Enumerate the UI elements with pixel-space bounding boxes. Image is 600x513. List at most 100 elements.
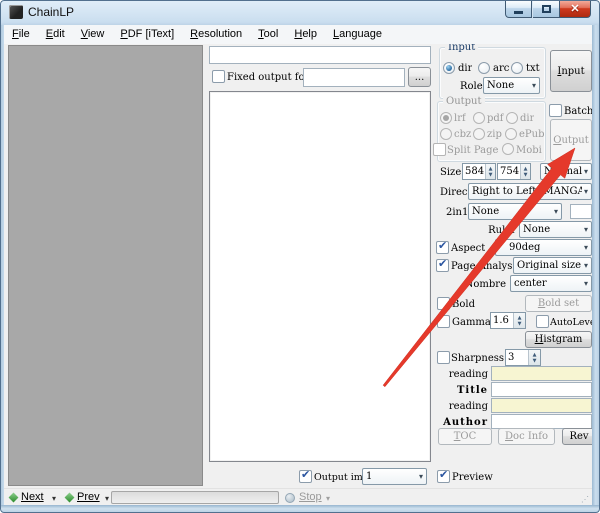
gamma-stepper[interactable]: 1.6 ▲▼ xyxy=(490,312,526,329)
size-height-stepper[interactable]: 754 ▲▼ xyxy=(497,163,531,180)
app-icon xyxy=(9,5,23,19)
aspect-label: Aspect xyxy=(451,243,485,254)
direc-label: Direc xyxy=(440,187,468,198)
aspect-select[interactable]: 90deg▾ xyxy=(495,239,592,256)
prev-button[interactable]: Prev xyxy=(77,491,100,503)
menu-resolution[interactable]: Resolution xyxy=(182,25,250,44)
preview-checkbox[interactable]: ✔ xyxy=(437,470,450,483)
title-label: Title xyxy=(440,385,488,396)
radio-zip-label: zip xyxy=(487,129,502,140)
chevron-down-icon: ▾ xyxy=(582,225,588,234)
histgram-button[interactable]: Histgram xyxy=(525,331,592,348)
spinner-arrows[interactable]: ▲▼ xyxy=(513,313,525,328)
autolevel-checkbox[interactable] xyxy=(536,315,549,328)
chevron-down-icon: ▾ xyxy=(417,472,423,481)
size-width-stepper[interactable]: 584 ▲▼ xyxy=(462,163,496,180)
chevron-down-icon: ▾ xyxy=(530,81,536,90)
reading-author-input[interactable] xyxy=(491,398,592,413)
split-page-label: Split Page xyxy=(447,145,498,156)
split-page-checkbox[interactable] xyxy=(433,143,446,156)
output-imag-checkbox[interactable]: ✔ xyxy=(299,470,312,483)
ruler-select[interactable]: None▾ xyxy=(519,221,592,238)
title-input[interactable] xyxy=(491,382,592,397)
nombre-select[interactable]: center▾ xyxy=(510,275,592,292)
menu-file[interactable]: File xyxy=(4,25,38,44)
page-analys-label: Page Analys xyxy=(451,261,512,272)
reading-author-label: reading xyxy=(440,401,488,412)
sharpness-stepper[interactable]: 3 ▲▼ xyxy=(505,349,541,366)
role-select[interactable]: None▾ xyxy=(483,77,540,94)
aspect-checkbox[interactable]: ✔ xyxy=(436,241,449,254)
bold-set-button[interactable]: Bold set xyxy=(525,295,592,312)
radio-cbz-label: cbz xyxy=(454,129,471,140)
menu-tool[interactable]: Tool xyxy=(250,25,286,44)
rev-button[interactable]: Rev xyxy=(562,428,596,445)
two-in-one-select[interactable]: None▾ xyxy=(468,203,562,220)
browse-button[interactable]: ... xyxy=(408,67,431,87)
menu-pdf-itext[interactable]: PDF [iText] xyxy=(112,25,182,44)
page-analys-select[interactable]: Original size▾ xyxy=(513,257,592,274)
next-button[interactable]: Next xyxy=(21,491,44,503)
radio-pdf-label: pdf xyxy=(487,113,504,124)
doc-info-button[interactable]: Doc Info xyxy=(498,428,555,445)
spinner-arrows[interactable]: ▲▼ xyxy=(520,164,530,179)
prev-dropdown-icon[interactable]: ▾ xyxy=(105,494,109,503)
author-label: Author xyxy=(440,417,488,428)
progress-bar xyxy=(111,491,279,504)
radio-arc-label: arc xyxy=(493,63,509,74)
check-icon: ✔ xyxy=(438,239,447,252)
next-dropdown-icon[interactable]: ▾ xyxy=(52,494,56,503)
batch-checkbox[interactable] xyxy=(549,104,562,117)
role-label: Role xyxy=(460,81,483,92)
maximize-button[interactable] xyxy=(533,0,559,18)
fixed-output-folder-input[interactable] xyxy=(303,68,405,87)
output-imag-select[interactable]: 1▾ xyxy=(362,468,427,485)
menu-edit[interactable]: Edit xyxy=(38,25,73,44)
radio-pdf[interactable] xyxy=(473,112,485,124)
bold-checkbox[interactable] xyxy=(437,297,450,310)
chevron-down-icon: ▾ xyxy=(582,243,588,252)
spinner-arrows[interactable]: ▲▼ xyxy=(528,350,540,365)
check-icon: ✔ xyxy=(438,257,447,270)
radio-cbz[interactable] xyxy=(440,128,452,140)
check-icon: ✔ xyxy=(301,468,310,481)
spin-down-icon: ▼ xyxy=(533,358,537,364)
radio-zip[interactable] xyxy=(473,128,485,140)
two-in-one-extra-field[interactable] xyxy=(570,204,592,219)
sharpness-checkbox[interactable] xyxy=(437,351,450,364)
radio-dir[interactable] xyxy=(443,62,455,74)
path-field[interactable] xyxy=(209,46,431,64)
close-button[interactable]: ✕ xyxy=(559,0,591,18)
gamma-checkbox[interactable] xyxy=(437,315,450,328)
menu-bar: File Edit View PDF [iText] Resolution To… xyxy=(4,25,592,44)
resize-grip[interactable]: ⋰ xyxy=(581,495,590,504)
radio-arc[interactable] xyxy=(478,62,490,74)
radio-dir-out[interactable] xyxy=(506,112,518,124)
spinner-arrows[interactable]: ▲▼ xyxy=(485,164,495,179)
input-button[interactable]: Input xyxy=(550,50,592,92)
radio-dir-label: dir xyxy=(458,63,472,74)
reading-title-input[interactable] xyxy=(491,366,592,381)
author-input[interactable] xyxy=(491,414,592,429)
radio-txt[interactable] xyxy=(511,62,523,74)
radio-epub[interactable] xyxy=(505,128,517,140)
size-mode-select[interactable]: Normal▾ xyxy=(540,163,592,180)
output-button[interactable]: Output xyxy=(550,119,592,161)
minimize-button[interactable] xyxy=(505,0,532,18)
file-list-panel[interactable] xyxy=(8,45,203,486)
toc-button[interactable]: TOC xyxy=(438,428,492,445)
stop-button[interactable]: Stop xyxy=(299,491,322,503)
stop-dropdown-icon[interactable]: ▾ xyxy=(326,494,330,503)
preview-panel[interactable] xyxy=(209,91,431,462)
menu-help[interactable]: Help xyxy=(286,25,325,44)
page-analys-checkbox[interactable]: ✔ xyxy=(436,259,449,272)
radio-epub-label: ePub xyxy=(519,129,545,140)
menu-language[interactable]: Language xyxy=(325,25,390,44)
radio-mobi[interactable] xyxy=(502,143,514,155)
direc-select[interactable]: Right to Left (MANGA)▾ xyxy=(468,183,592,200)
menu-view[interactable]: View xyxy=(73,25,113,44)
radio-lrf[interactable] xyxy=(440,112,452,124)
fixed-output-folder-checkbox[interactable] xyxy=(212,70,225,83)
bold-label: Bold xyxy=(452,299,475,310)
radio-txt-label: txt xyxy=(526,63,540,74)
